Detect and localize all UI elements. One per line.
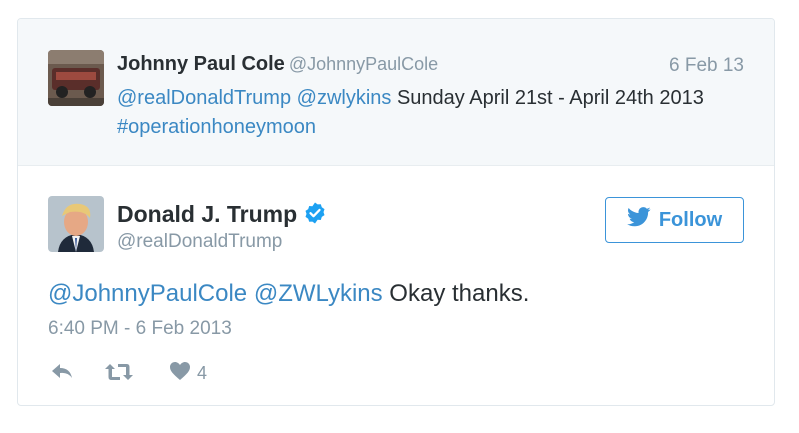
quoted-author[interactable]: Johnny Paul Cole @JohnnyPaulCole bbox=[117, 53, 438, 76]
quoted-tweet-body: Sunday April 21st - April 24th 2013 bbox=[391, 87, 704, 109]
mention-link[interactable]: @realDonaldTrump bbox=[117, 87, 291, 109]
quoted-tweet-date[interactable]: 6 Feb 13 bbox=[669, 55, 744, 77]
reply-button[interactable] bbox=[50, 361, 74, 386]
author-name[interactable]: Donald J. Trump bbox=[117, 201, 327, 231]
quoted-author-handle[interactable]: @JohnnyPaulCole bbox=[289, 54, 438, 74]
retweet-button[interactable] bbox=[104, 361, 134, 388]
tweet-timestamp[interactable]: 6:40 PM - 6 Feb 2013 bbox=[48, 318, 232, 340]
twitter-bird-icon bbox=[626, 207, 651, 233]
author-name-text[interactable]: Donald J. Trump bbox=[117, 201, 297, 227]
author-avatar[interactable] bbox=[48, 196, 104, 252]
heart-icon bbox=[169, 361, 191, 386]
follow-button[interactable]: Follow bbox=[605, 197, 744, 243]
quoted-author-avatar[interactable] bbox=[48, 50, 104, 106]
tweet-body: Okay thanks. bbox=[382, 280, 530, 307]
author-handle[interactable]: @realDonaldTrump bbox=[117, 231, 282, 253]
follow-button-label: Follow bbox=[658, 208, 723, 231]
retweet-icon bbox=[104, 361, 134, 388]
quoted-tweet[interactable]: Johnny Paul Cole @JohnnyPaulCole 6 Feb 13… bbox=[18, 19, 774, 166]
like-count: 4 bbox=[197, 363, 208, 383]
mention-link[interactable]: @JohnnyPaulCole bbox=[48, 280, 247, 307]
like-button[interactable]: 4 bbox=[169, 361, 207, 386]
quoted-tweet-text: @realDonaldTrump @zwlykins Sunday April … bbox=[117, 84, 757, 142]
quoted-author-name[interactable]: Johnny Paul Cole bbox=[117, 53, 285, 75]
hashtag-link[interactable]: #operationhoneymoon bbox=[117, 116, 316, 138]
verified-badge-icon bbox=[303, 201, 327, 231]
embedded-tweet-card: Johnny Paul Cole @JohnnyPaulCole 6 Feb 13… bbox=[17, 18, 775, 406]
tweet-text: @JohnnyPaulCole @ZWLykins Okay thanks. bbox=[48, 280, 529, 308]
mention-link[interactable]: @zwlykins bbox=[297, 87, 392, 109]
reply-icon bbox=[50, 361, 74, 386]
mention-link[interactable]: @ZWLykins bbox=[254, 280, 383, 307]
